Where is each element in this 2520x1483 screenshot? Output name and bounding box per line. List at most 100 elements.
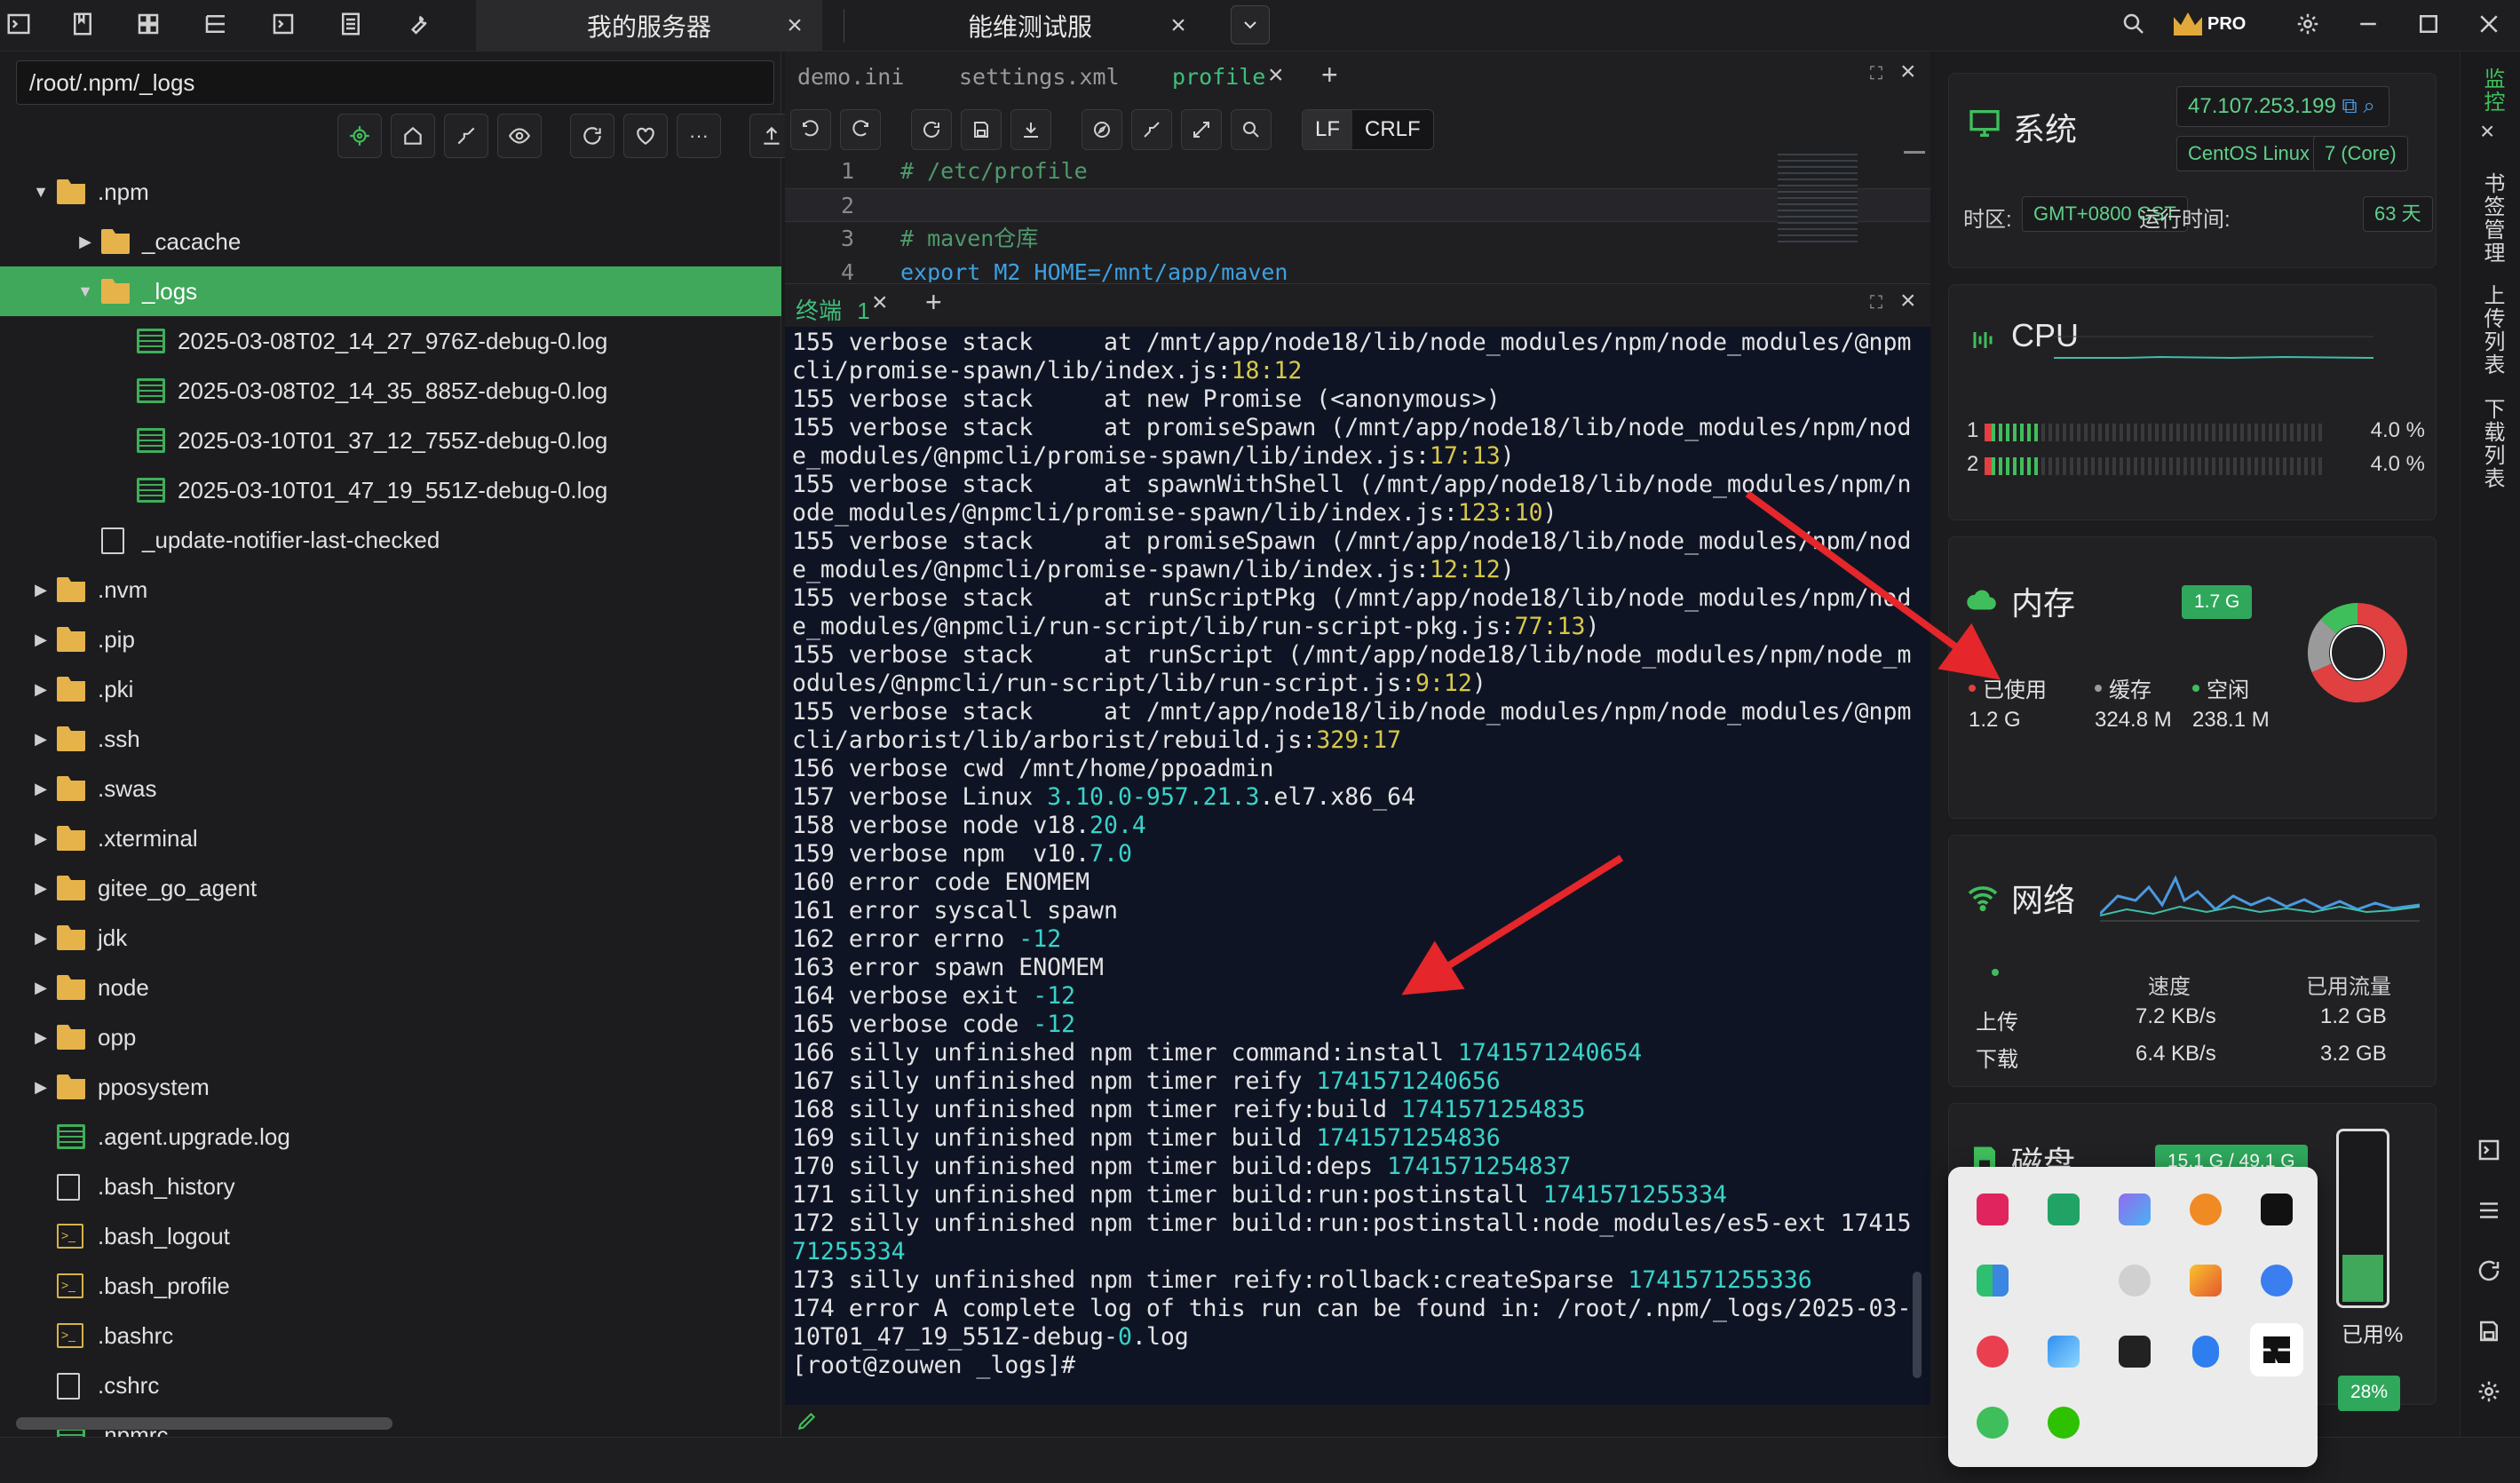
close-icon[interactable]: × (1268, 60, 1284, 91)
app-icon-green[interactable] (1977, 1407, 2009, 1439)
tree-item[interactable]: .cshrc (0, 1360, 781, 1410)
save-icon[interactable] (2476, 1318, 2506, 1348)
ip-address[interactable]: 47.107.253.199 ⧉ ⌕ (2176, 86, 2389, 127)
refresh-button[interactable] (570, 114, 614, 158)
save-button[interactable] (961, 109, 1002, 150)
add-tab-icon[interactable]: + (1321, 59, 1338, 91)
redo-button[interactable] (840, 109, 881, 150)
tabs-dropdown-button[interactable] (1231, 5, 1270, 44)
add-terminal-icon[interactable]: + (925, 286, 942, 319)
close-icon[interactable]: × (1900, 286, 1916, 316)
code-minimap[interactable] (1778, 149, 1858, 247)
sidebar-item-monitor[interactable]: 监控 (2476, 67, 2508, 114)
console-icon[interactable] (268, 9, 298, 39)
refresh-icon[interactable] (2476, 1257, 2506, 1288)
caret-right-icon[interactable]: ▶ (32, 829, 50, 847)
close-icon[interactable]: × (1900, 57, 1916, 87)
app-icon-red-circle[interactable] (1977, 1336, 2009, 1368)
caret-down-icon[interactable]: ▼ (32, 183, 50, 201)
compass-button[interactable] (1082, 109, 1122, 150)
tab-test-server[interactable]: 能维测试服 (852, 0, 1208, 52)
tree-item[interactable]: ▼ _logs (0, 266, 781, 316)
app-icon-purple[interactable] (2119, 1194, 2151, 1225)
caret-right-icon[interactable]: ▶ (32, 1028, 50, 1046)
tree-item[interactable]: .agent.upgrade.log (0, 1112, 781, 1162)
bookmark-icon[interactable] (67, 9, 98, 39)
tree-item[interactable]: ▶ pposystem (0, 1062, 781, 1112)
collapse-button[interactable] (1131, 109, 1172, 150)
app-icon-red[interactable] (1977, 1194, 2009, 1225)
tree-item[interactable]: >_ .bash_logout (0, 1211, 781, 1261)
baidu-netdisk-icon[interactable] (2261, 1265, 2293, 1297)
expand-button[interactable] (1181, 109, 1222, 150)
tree-item[interactable]: ▶ .pip (0, 615, 781, 664)
terminal-output[interactable]: 155 verbose stack at /mnt/app/node18/lib… (792, 329, 1920, 1403)
code-area[interactable]: 1 # /etc/profile 2 3 # maven仓库 4 export M2_HOM… (785, 155, 1930, 282)
minimize-icon[interactable] (2353, 9, 2383, 39)
grid-icon[interactable] (133, 9, 163, 39)
expand-icon[interactable]: ⛶ (1870, 293, 1882, 313)
more-button[interactable]: ··· (677, 114, 721, 158)
sidebar-item-downloads[interactable]: 下载列表 (2476, 398, 2508, 490)
app-icon-blue[interactable] (2048, 1336, 2080, 1368)
pro-badge[interactable]: PRO (2174, 5, 2264, 43)
tiktok-icon[interactable] (2261, 1194, 2293, 1225)
list-icon[interactable] (336, 9, 366, 39)
line-ending-toggle[interactable]: LF CRLF (1302, 109, 1434, 150)
home-button[interactable] (391, 114, 435, 158)
close-icon[interactable]: × (2480, 117, 2494, 146)
show-hidden-button[interactable] (497, 114, 542, 158)
caret-right-icon[interactable]: ▶ (32, 581, 50, 599)
caret-right-icon[interactable]: ▶ (32, 1078, 50, 1096)
find-button[interactable] (1231, 109, 1272, 150)
caret-right-icon[interactable]: ▶ (32, 680, 50, 698)
tree-icon[interactable] (201, 9, 231, 39)
expand-icon[interactable]: ⛶ (1870, 64, 1882, 84)
tree-item[interactable]: 2025-03-08T02_14_35_885Z-debug-0.log (0, 366, 781, 416)
tree-item[interactable]: ▶ gitee_go_agent (0, 863, 781, 913)
maximize-icon[interactable] (2413, 9, 2444, 39)
download-button[interactable] (1010, 109, 1051, 150)
terminal-scrollbar[interactable] (1913, 1272, 1922, 1378)
window-close-icon[interactable] (2474, 9, 2504, 39)
list-icon[interactable] (2476, 1197, 2506, 1227)
tree-item[interactable]: ▶ .nvm (0, 565, 781, 615)
horizontal-scrollbar[interactable] (16, 1417, 392, 1430)
tree-item[interactable]: .bash_history (0, 1162, 781, 1211)
tree-item[interactable]: >_ .bashrc (0, 1311, 781, 1360)
app-icon-gray[interactable] (2119, 1265, 2151, 1297)
caret-right-icon[interactable]: ▶ (32, 630, 50, 648)
sidebar-item-bookmarks[interactable]: 书签管理 (2476, 172, 2508, 265)
caret-right-icon[interactable]: ▶ (32, 979, 50, 996)
favorite-button[interactable] (623, 114, 668, 158)
tree-item[interactable]: >_ .bash_profile (0, 1261, 781, 1311)
close-icon[interactable]: × (872, 288, 888, 318)
app-icon-green-blue[interactable] (1977, 1265, 2009, 1297)
search-icon[interactable] (2119, 9, 2149, 39)
app-icon-flame[interactable] (2190, 1265, 2222, 1297)
pen-icon[interactable] (796, 1409, 819, 1432)
caret-right-icon[interactable]: ▶ (32, 780, 50, 797)
editor-tab-demo-ini[interactable]: demo.ini (797, 64, 904, 90)
locate-button[interactable] (337, 114, 382, 158)
tree-item[interactable]: ▶ .swas (0, 764, 781, 813)
tree-item[interactable]: ▶ opp (0, 1012, 781, 1062)
excel-icon[interactable] (2048, 1194, 2080, 1225)
tree-item[interactable]: 2025-03-10T01_47_19_551Z-debug-0.log (0, 465, 781, 515)
editor-tab-settings-xml[interactable]: settings.xml (959, 64, 1120, 90)
tree-item[interactable]: ▶ .pki (0, 664, 781, 714)
app-tile-selected[interactable] (2250, 1323, 2303, 1376)
caret-right-icon[interactable]: ▶ (32, 929, 50, 947)
caret-right-icon[interactable]: ▶ (32, 730, 50, 748)
tree-item[interactable]: ▼ .npm (0, 167, 781, 217)
gear-icon[interactable] (2476, 1378, 2506, 1408)
search-icon[interactable]: ⌕ (2363, 94, 2374, 118)
close-icon[interactable]: × (781, 12, 808, 39)
terminal-tab[interactable]: 终端 1 (796, 293, 870, 326)
crlf-option[interactable]: CRLF (1352, 110, 1433, 149)
path-input[interactable]: /root/.npm/_logs (16, 60, 774, 105)
terminal-icon[interactable] (4, 9, 34, 39)
caret-right-icon[interactable]: ▶ (32, 879, 50, 897)
terminal-icon[interactable] (2476, 1137, 2506, 1167)
bluetooth-icon[interactable] (2192, 1336, 2219, 1368)
